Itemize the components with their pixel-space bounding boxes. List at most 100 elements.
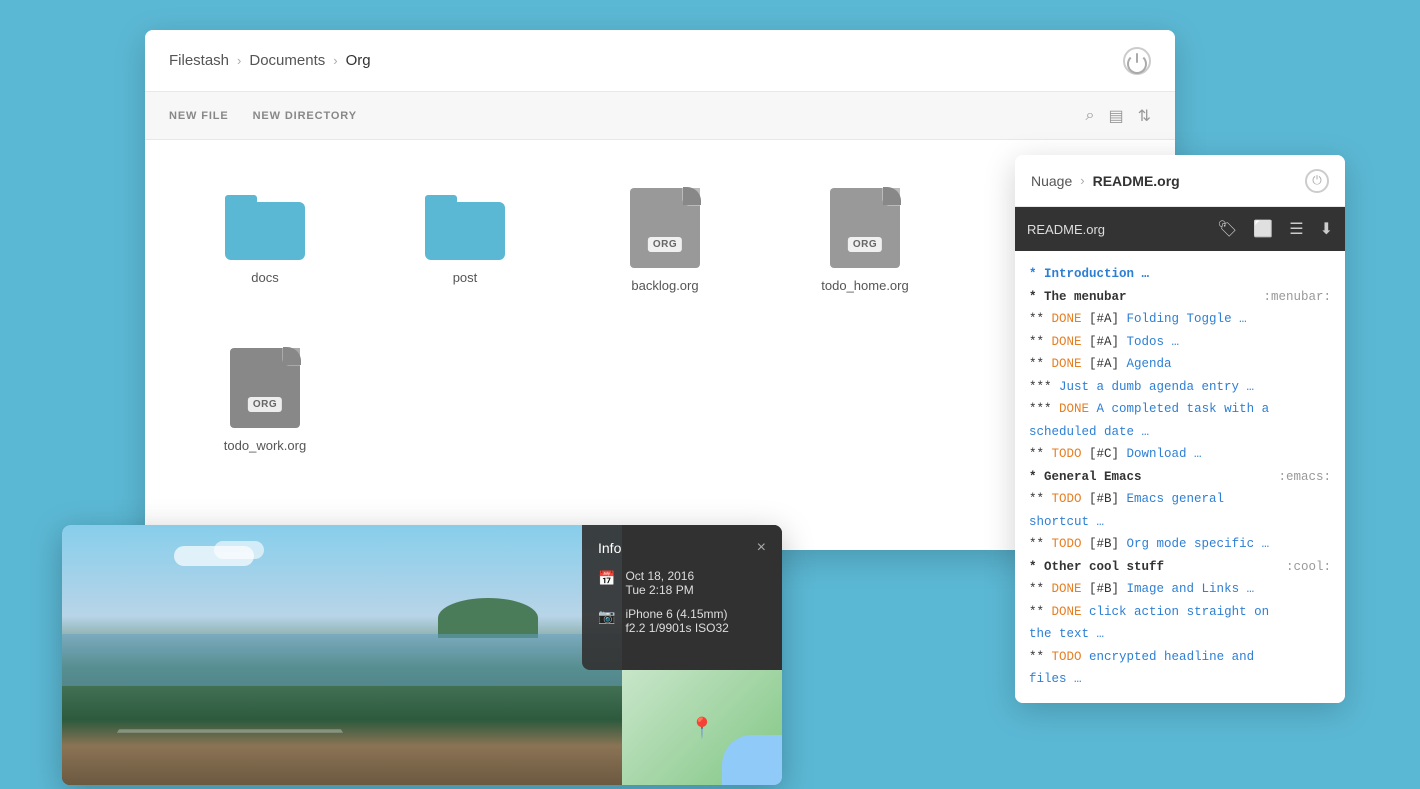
breadcrumb: Filestash › Documents › Org [169, 52, 371, 69]
list-item[interactable]: ORG todo_home.org [765, 160, 965, 320]
readme-power-button[interactable]: ⏻ [1305, 169, 1329, 193]
list-item[interactable]: ORG backlog.org [565, 160, 765, 320]
org-line: ** DONE click action straight on [1029, 601, 1331, 624]
org-line: ** TODO [#B] Emacs general [1029, 488, 1331, 511]
org-keyword: TODO [1052, 447, 1082, 461]
readme-panel: Nuage › README.org ⏻ README.org 🏷 ⬜ ☰ ⬇ … [1015, 155, 1345, 703]
search-icon[interactable]: ⌕ [1086, 107, 1095, 125]
org-keyword: DONE [1052, 357, 1082, 371]
org-line: ** DONE [#A] Folding Toggle … [1029, 308, 1331, 331]
folder-icon [225, 195, 305, 260]
org-text: files … [1029, 672, 1082, 686]
org-heading: * Introduction … [1029, 267, 1149, 281]
org-text: Just a dumb agenda entry … [1059, 380, 1254, 394]
power-button[interactable] [1123, 47, 1151, 75]
org-line: shortcut … [1029, 511, 1331, 534]
file-label: post [453, 270, 478, 285]
readme-toolbar: README.org 🏷 ⬜ ☰ ⬇ [1015, 207, 1345, 251]
org-line: *** DONE A completed task with a [1029, 398, 1331, 421]
org-file-icon: ORG [230, 348, 300, 428]
org-line: * General Emacs :emacs: [1029, 466, 1331, 489]
breadcrumb-root[interactable]: Filestash [169, 52, 229, 69]
info-panel-header: Info × [598, 539, 766, 557]
new-file-button[interactable]: NEW FILE [169, 110, 229, 122]
breadcrumb-sep-2: › [333, 53, 337, 68]
org-text: shortcut … [1029, 515, 1104, 529]
file-label: backlog.org [631, 278, 698, 293]
list-view-icon[interactable]: ▤ [1108, 106, 1123, 126]
readme-header: Nuage › README.org ⏻ [1015, 155, 1345, 207]
map-water [722, 735, 782, 785]
org-text: Todos … [1127, 335, 1180, 349]
info-date: Oct 18, 2016 Tue 2:18 PM [625, 569, 694, 597]
info-camera-row: 📷 iPhone 6 (4.15mm) f2.2 1/9901s ISO32 [598, 607, 766, 635]
calendar-icon: 📅 [598, 570, 615, 587]
list-item[interactable]: ORG todo_work.org [165, 320, 365, 480]
new-directory-button[interactable]: NEW DIRECTORY [253, 110, 357, 122]
org-line: * Introduction … [1029, 263, 1331, 286]
org-line: ** TODO encrypted headline and [1029, 646, 1331, 669]
photo-main [62, 525, 622, 785]
org-file-icon: ORG [630, 188, 700, 268]
sort-icon[interactable]: ⇅ [1138, 106, 1151, 126]
org-text: scheduled date … [1029, 425, 1149, 439]
org-keyword: TODO [1052, 650, 1082, 664]
filestash-header: Filestash › Documents › Org [145, 30, 1175, 92]
org-keyword: TODO [1052, 537, 1082, 551]
filestash-toolbar: NEW FILE NEW DIRECTORY ⌕ ▤ ⇅ [145, 92, 1175, 140]
org-tag: :menubar: [1263, 286, 1331, 309]
info-title: Info [598, 540, 621, 556]
water [62, 634, 622, 686]
breadcrumb-level1[interactable]: Documents [249, 52, 325, 69]
org-tag: :emacs: [1278, 466, 1331, 489]
road [117, 729, 343, 732]
file-label: todo_work.org [224, 438, 306, 453]
breadcrumb-level2[interactable]: Org [346, 52, 371, 69]
org-keyword: DONE [1052, 335, 1082, 349]
org-text: Org mode specific … [1127, 537, 1270, 551]
org-text: Emacs general [1127, 492, 1225, 506]
file-label: docs [251, 270, 278, 285]
landscape-photo [62, 525, 622, 785]
list-item[interactable]: post [365, 160, 565, 320]
folder-icon [425, 195, 505, 260]
list-icon[interactable]: ☰ [1289, 219, 1303, 239]
photo-panel: Info × 📅 Oct 18, 2016 Tue 2:18 PM 📷 iPho… [62, 525, 782, 785]
island [438, 598, 538, 638]
info-close-button[interactable]: × [757, 539, 766, 557]
readme-root[interactable]: Nuage [1031, 173, 1072, 189]
info-date-row: 📅 Oct 18, 2016 Tue 2:18 PM [598, 569, 766, 597]
clouds [174, 546, 254, 566]
org-text: Agenda [1127, 357, 1172, 371]
calendar-icon[interactable]: ⬜ [1253, 219, 1273, 239]
org-line: the text … [1029, 623, 1331, 646]
download-icon[interactable]: ⬇ [1320, 219, 1333, 239]
org-text: Download … [1127, 447, 1202, 461]
org-line: * The menubar :menubar: [1029, 286, 1331, 309]
org-line: *** Just a dumb agenda entry … [1029, 376, 1331, 399]
tag-icon[interactable]: 🏷 [1217, 219, 1237, 239]
org-text: A completed task with a [1097, 402, 1270, 416]
power-icon: ⏻ [1312, 173, 1322, 188]
org-tag: :cool: [1286, 556, 1331, 579]
info-camera: iPhone 6 (4.15mm) f2.2 1/9901s ISO32 [625, 607, 728, 635]
map-preview: 📍 [622, 670, 782, 785]
org-keyword: DONE [1052, 312, 1082, 326]
org-heading: * The menubar [1029, 290, 1127, 304]
org-line: ** TODO [#B] Org mode specific … [1029, 533, 1331, 556]
org-line: ** DONE [#A] Agenda [1029, 353, 1331, 376]
toolbar-left: NEW FILE NEW DIRECTORY [169, 110, 357, 122]
readme-filename[interactable]: README.org [1093, 173, 1180, 189]
file-label: todo_home.org [821, 278, 908, 293]
readme-title-bar: README.org [1027, 222, 1105, 237]
org-keyword: DONE [1059, 402, 1089, 416]
org-text: encrypted headline and [1089, 650, 1254, 664]
readme-content: * Introduction … * The menubar:menubar: … [1015, 251, 1345, 703]
org-text: click action straight on [1089, 605, 1269, 619]
org-line: ** DONE [#B] Image and Links … [1029, 578, 1331, 601]
org-line: ** DONE [#A] Todos … [1029, 331, 1331, 354]
list-item[interactable]: docs [165, 160, 365, 320]
breadcrumb-sep-1: › [237, 53, 241, 68]
org-file-icon: ORG [830, 188, 900, 268]
org-heading: * General Emacs [1029, 470, 1142, 484]
